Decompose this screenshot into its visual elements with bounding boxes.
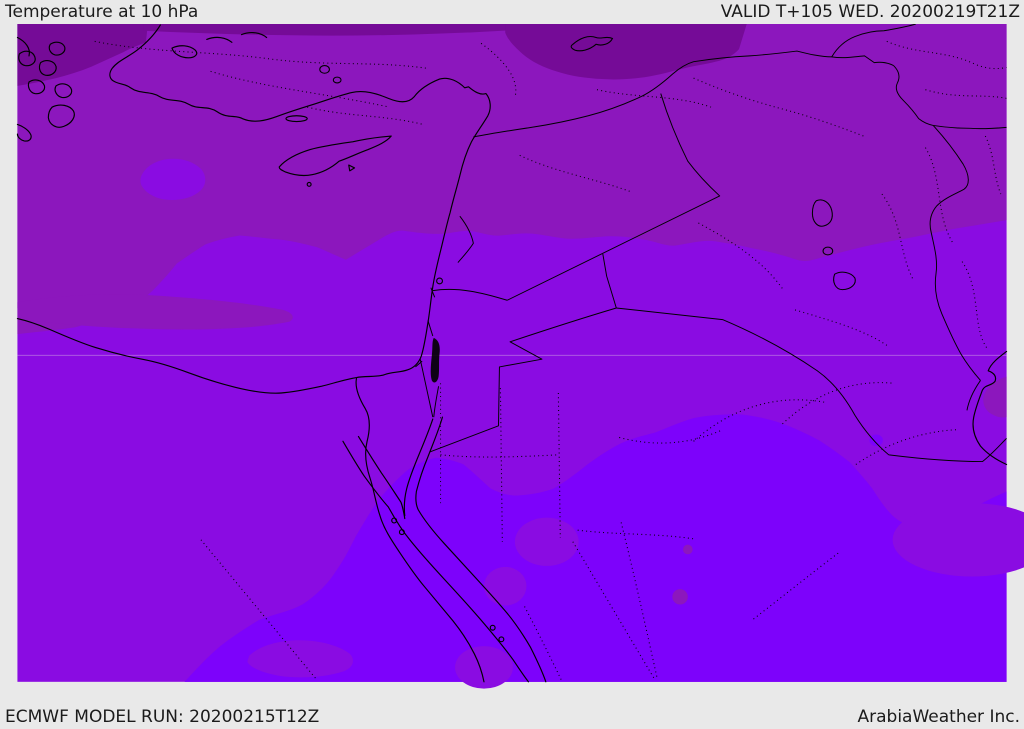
weather-map [0, 24, 1024, 705]
valid-time-label: VALID T+105 WED. 20200219T21Z [720, 2, 1020, 22]
temp-blob-mid-2 [514, 517, 579, 566]
temperature-shading [17, 24, 1024, 689]
temp-dot-dark-1 [682, 544, 693, 555]
model-run-label: ECMWF MODEL RUN: 20200215T12Z [5, 707, 320, 727]
temp-blob-mid-3 [483, 566, 527, 606]
temp-dot-bright [869, 434, 883, 447]
map-title: Temperature at 10 hPa [5, 2, 199, 22]
brand-label: ArabiaWeather Inc. [857, 707, 1021, 727]
bottom-info-bar: ECMWF MODEL RUN: 20200215T12Z ArabiaWeat… [0, 705, 1024, 729]
top-info-bar: Temperature at 10 hPa VALID T+105 WED. 2… [0, 0, 1024, 24]
temperature-map-canvas [16, 24, 1024, 689]
temp-dot-dark-2 [672, 589, 688, 605]
